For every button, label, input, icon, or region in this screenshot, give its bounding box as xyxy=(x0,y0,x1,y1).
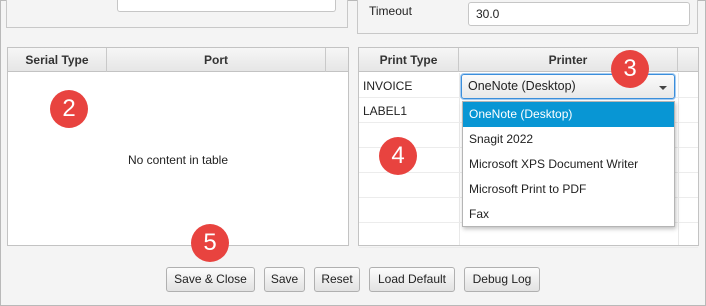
printer-option[interactable]: Fax xyxy=(463,202,674,227)
column-header-filler xyxy=(326,48,348,72)
callout-badge: 2 xyxy=(50,90,88,128)
column-header-port[interactable]: Port xyxy=(107,48,326,72)
empty-table-message: No content in table xyxy=(127,153,229,167)
save-button[interactable]: Save xyxy=(264,267,305,292)
column-header-filler xyxy=(678,48,698,72)
callout-badge: 3 xyxy=(611,50,649,88)
print-type-cell: INVOICE xyxy=(363,79,413,93)
printer-option[interactable]: OneNote (Desktop) xyxy=(463,102,674,127)
column-header-serial-type[interactable]: Serial Type xyxy=(8,48,107,72)
callout-badge: 5 xyxy=(191,224,229,262)
printer-option[interactable]: Microsoft XPS Document Writer xyxy=(463,152,674,177)
print-type-cell: LABEL1 xyxy=(363,104,408,118)
timeout-input[interactable]: 30.0 xyxy=(468,2,690,26)
debug-log-button[interactable]: Debug Log xyxy=(464,267,540,292)
load-default-button[interactable]: Load Default xyxy=(369,267,455,292)
top-left-input[interactable] xyxy=(117,0,336,12)
printer-dropdown-list: OneNote (Desktop) Snagit 2022 Microsoft … xyxy=(462,101,675,227)
printer-option[interactable]: Microsoft Print to PDF xyxy=(463,177,674,202)
save-close-button[interactable]: Save & Close xyxy=(166,267,255,292)
printer-combobox-value: OneNote (Desktop) xyxy=(468,79,576,93)
serial-table-header: Serial Type Port xyxy=(8,48,348,72)
printer-option[interactable]: Snagit 2022 xyxy=(463,127,674,152)
callout-badge: 4 xyxy=(379,137,417,175)
column-header-print-type[interactable]: Print Type xyxy=(359,48,459,72)
timeout-label: Timeout xyxy=(369,4,412,18)
reset-button[interactable]: Reset xyxy=(314,267,360,292)
chevron-down-icon[interactable] xyxy=(659,86,667,90)
serial-table: Serial Type Port No content in table xyxy=(7,47,349,246)
